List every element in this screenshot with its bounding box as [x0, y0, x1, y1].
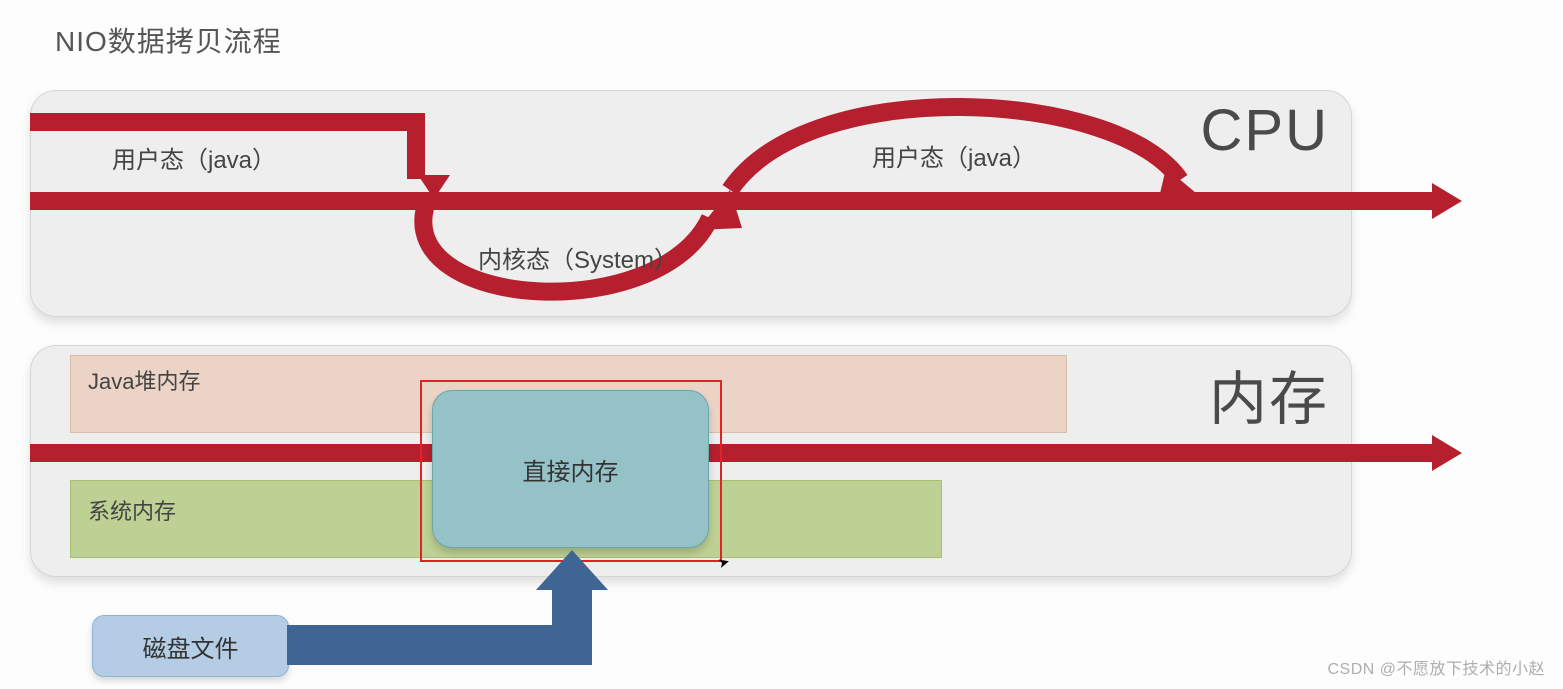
disk-file-box: 磁盘文件	[92, 615, 289, 677]
cpu-flow-mainline	[30, 192, 1435, 210]
label-user-mode-2: 用户态（java）	[872, 138, 1036, 173]
diagram-title: NIO数据拷贝流程	[55, 20, 282, 60]
cpu-flow-down	[407, 113, 425, 179]
label-kernel-mode: 内核态（System）	[478, 240, 678, 275]
disk-arrow-head	[536, 550, 608, 590]
cpu-flow-arrowhead	[1432, 183, 1462, 219]
cpu-flow-segment-1	[30, 113, 425, 131]
watermark: CSDN @不愿放下技术的小赵	[1327, 655, 1545, 679]
cpu-label: CPU	[1201, 97, 1329, 164]
disk-file-label: 磁盘文件	[143, 629, 239, 664]
disk-arrow-horizontal	[287, 625, 582, 665]
memory-label: 内存	[1209, 352, 1329, 436]
direct-memory-box: 直接内存	[432, 390, 709, 548]
memory-flow-line	[30, 444, 1435, 462]
disk-arrow-vertical	[552, 585, 592, 665]
label-user-mode-1: 用户态（java）	[112, 140, 276, 175]
memory-flow-arrowhead	[1432, 435, 1462, 471]
system-memory-label: 系统内存	[88, 494, 176, 526]
direct-memory-label: 直接内存	[523, 452, 619, 487]
java-heap-label: Java堆内存	[88, 364, 200, 396]
